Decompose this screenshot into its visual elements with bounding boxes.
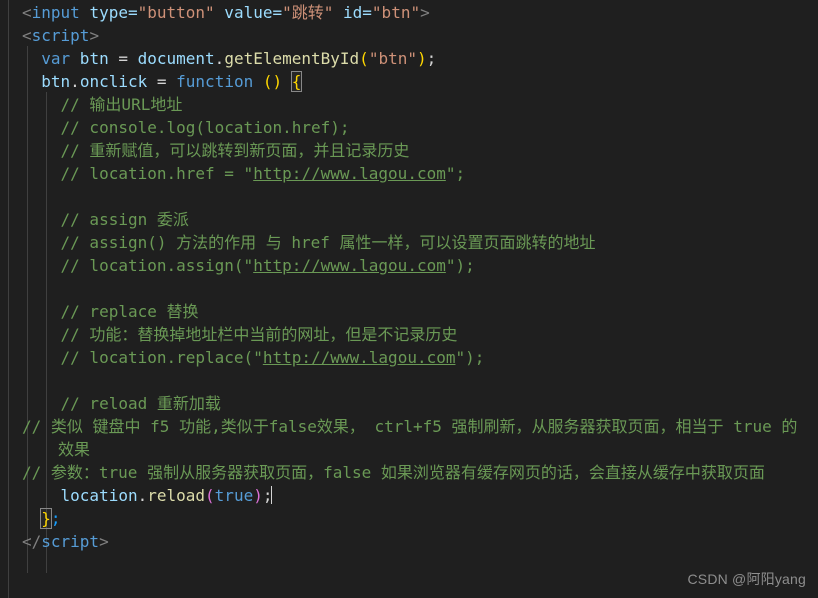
code-line-comment-replace-call[interactable]: // location.replace("http://www.lagou.co…: [0, 346, 818, 369]
tag-name-input: input: [31, 3, 80, 22]
comment-console-log: // console.log(location.href);: [60, 118, 350, 137]
dot-operator-3: .: [137, 486, 148, 505]
comment-assign-desc: // assign() 方法的作用 与 href 属性一样，可以设置页面跳转的地…: [60, 233, 596, 252]
code-line-onclick[interactable]: btn.onclick = function () {: [0, 70, 818, 93]
object-btn: btn: [41, 72, 71, 91]
argument-true: true: [214, 486, 254, 505]
semicolon-close-fn: ;: [50, 509, 61, 528]
code-line-script-open[interactable]: <script>: [0, 24, 818, 47]
code-line-comment-assign-desc[interactable]: // assign() 方法的作用 与 href 属性一样，可以设置页面跳转的地…: [0, 231, 818, 254]
comment-href-suffix: ";: [445, 164, 466, 183]
attr-type-value: "button": [137, 3, 215, 22]
code-line-comment-assign-call[interactable]: // location.assign("http://www.lagou.com…: [0, 254, 818, 277]
comment-replace-link[interactable]: http://www.lagou.com: [263, 348, 456, 367]
code-line-comment-reload-title[interactable]: // reload 重新加载: [0, 392, 818, 415]
comment-reassign: // 重新赋值，可以跳转到新页面，并且记录历史: [60, 141, 410, 160]
attr-id-value: "btn": [371, 3, 421, 22]
attr-id: id=: [333, 3, 372, 22]
tag-name-script-close: script: [41, 532, 100, 551]
code-line-close-function[interactable]: };: [0, 507, 818, 530]
argument-btn-string: "btn": [368, 49, 417, 68]
code-line-script-close[interactable]: </script>: [0, 530, 818, 553]
assign-operator-2: =: [147, 72, 177, 91]
code-line-input-tag[interactable]: <input type="button" value="跳转" id="btn"…: [0, 1, 818, 24]
dot-operator-2: .: [70, 72, 80, 91]
fn-paren-open: (: [262, 72, 273, 91]
comment-assign-link[interactable]: http://www.lagou.com: [253, 256, 446, 275]
script-open-bracket: <: [22, 26, 32, 45]
code-line-comment-replace-desc[interactable]: // 功能：替换掉地址栏中当前的网址，但是不记录历史: [0, 323, 818, 346]
tag-open-bracket: <: [22, 3, 32, 22]
code-line-var-btn[interactable]: var btn = document.getElementById("btn")…: [0, 47, 818, 70]
comment-assign-suffix: ");: [445, 256, 475, 275]
attr-value: value=: [214, 3, 283, 22]
assign-operator: =: [118, 49, 138, 68]
attr-value-value: "跳转": [282, 3, 334, 22]
keyword-function: function: [176, 72, 254, 91]
csdn-watermark: CSDN @阿阳yang: [687, 571, 806, 587]
code-line-comment-console-log[interactable]: // console.log(location.href);: [0, 116, 818, 139]
fn-paren-close: ): [272, 72, 283, 91]
comment-reload-params: // 参数：true 强制从服务器获取页面，false 如果浏览器有缓存网页的话…: [22, 463, 765, 482]
code-line-comment-assign-title[interactable]: // assign 委派: [0, 208, 818, 231]
variable-btn: btn: [70, 49, 119, 68]
comment-replace-prefix: // location.replace(": [60, 348, 263, 367]
code-line-comment-reload-params[interactable]: // 参数：true 强制从服务器获取页面，false 如果浏览器有缓存网页的话…: [0, 461, 818, 484]
script-close-bracket: >: [89, 26, 100, 45]
property-onclick: onclick: [79, 72, 148, 91]
code-line-comment-reassign[interactable]: // 重新赋值，可以跳转到新页面，并且记录历史: [0, 139, 818, 162]
script-close-open-bracket: </: [22, 532, 42, 551]
dot-operator: .: [214, 49, 225, 68]
code-line-comment-reload-f5[interactable]: // 类似 键盘中 f5 功能,类似于false效果， ctrl+f5 强制刷新…: [0, 415, 818, 461]
method-get-element-by-id: getElementById: [224, 49, 360, 68]
text-cursor: [271, 486, 273, 504]
reload-paren-open: (: [205, 486, 215, 505]
code-line-location-reload[interactable]: location.reload(true);: [0, 484, 818, 507]
code-lines[interactable]: <input type="button" value="跳转" id="btn"…: [0, 0, 818, 598]
comment-replace-desc: // 功能：替换掉地址栏中当前的网址，但是不记录历史: [60, 325, 458, 344]
comment-replace-suffix: ");: [455, 348, 485, 367]
comment-reload-f5: // 类似 键盘中 f5 功能,类似于false效果， ctrl+f5 强制刷新…: [22, 417, 798, 459]
code-line-comment-href[interactable]: // location.href = "http://www.lagou.com…: [0, 162, 818, 185]
tag-name-script: script: [31, 26, 90, 45]
brace-open-highlighted: {: [290, 71, 303, 92]
brace-close-highlighted: }: [40, 508, 52, 529]
keyword-var: var: [41, 49, 71, 68]
method-reload: reload: [147, 486, 206, 505]
code-line-comment-url[interactable]: // 输出URL地址: [0, 93, 818, 116]
script-close-end-bracket: >: [99, 532, 109, 551]
paren-close: ): [416, 49, 427, 68]
comment-href-link[interactable]: http://www.lagou.com: [253, 164, 446, 183]
comment-reload-title: // reload 重新加载: [60, 394, 221, 413]
object-location: location: [60, 486, 138, 505]
comment-href-prefix: // location.href = ": [60, 164, 254, 183]
code-line-comment-replace-title[interactable]: // replace 替换: [0, 300, 818, 323]
space-2: [282, 72, 292, 91]
code-editor[interactable]: <input type="button" value="跳转" id="btn"…: [0, 0, 818, 598]
reload-paren-close: ): [253, 486, 263, 505]
attr-type: type=: [79, 3, 138, 22]
comment-output-url: // 输出URL地址: [60, 95, 183, 114]
paren-open: (: [359, 49, 369, 68]
comment-assign-prefix: // location.assign(": [60, 256, 254, 275]
comment-replace-title: // replace 替换: [60, 302, 199, 321]
tag-close-bracket: >: [420, 3, 430, 22]
object-document: document: [137, 49, 215, 68]
semicolon: ;: [426, 49, 437, 68]
comment-assign-title: // assign 委派: [60, 210, 189, 229]
